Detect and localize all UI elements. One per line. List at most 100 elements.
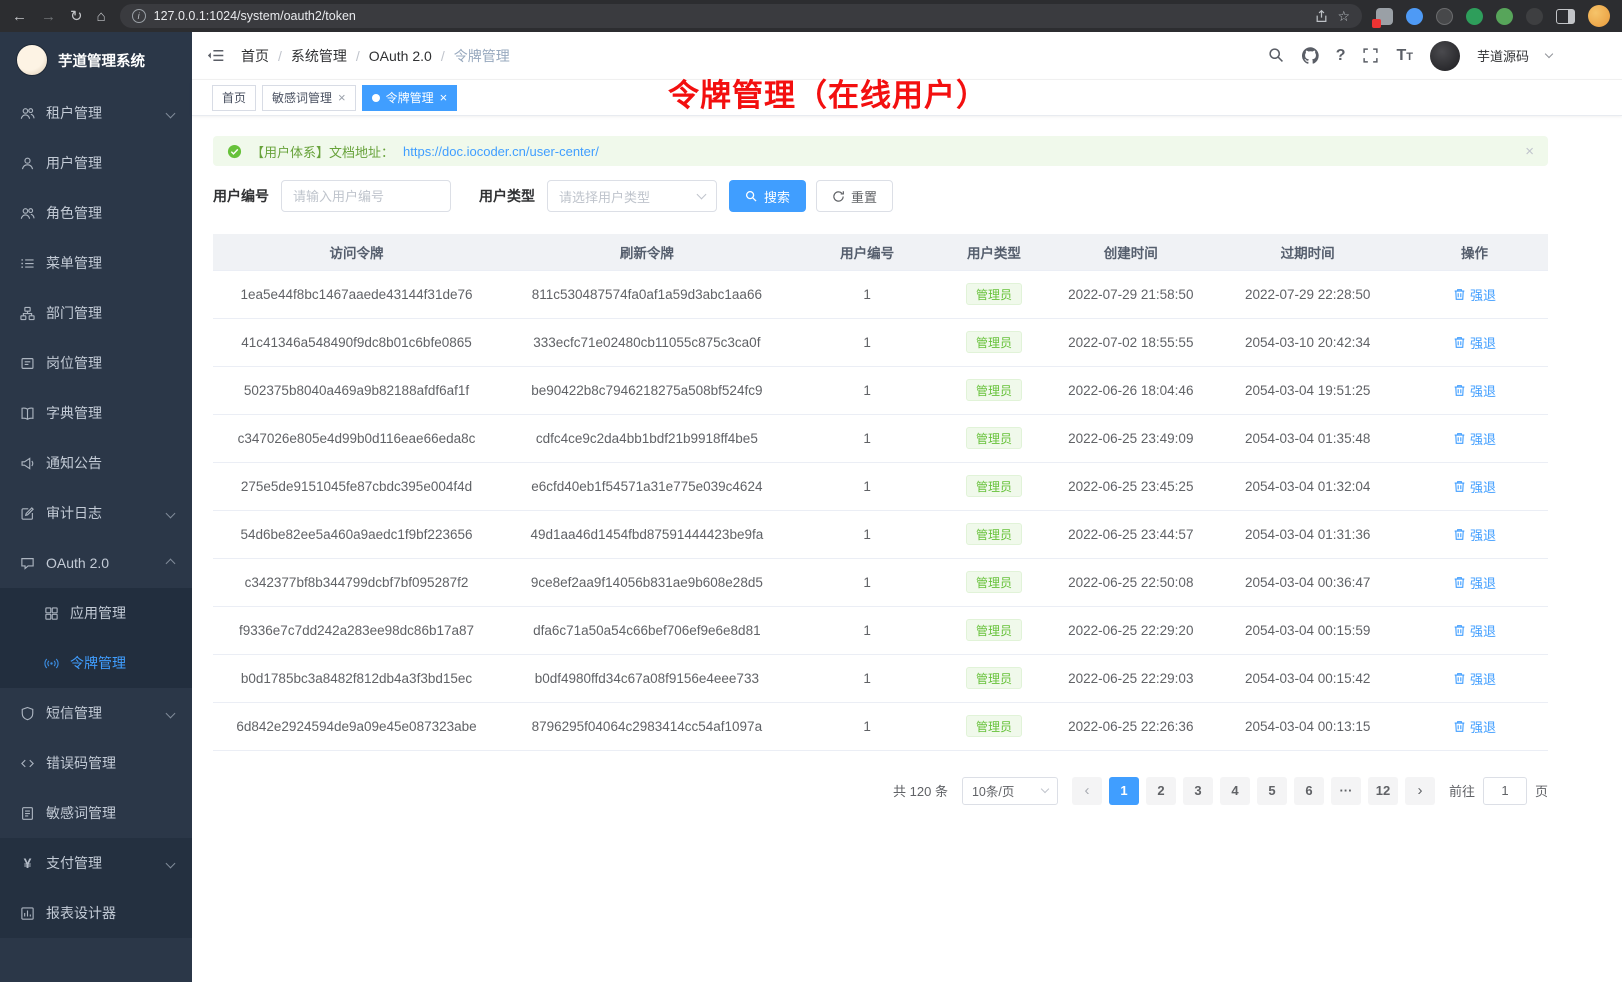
sidebar-item-sms[interactable]: 短信管理 (0, 688, 192, 738)
sidebar-item-pay[interactable]: ¥ 支付管理 (0, 838, 192, 888)
help-icon[interactable]: ? (1336, 47, 1346, 65)
screen: ← → ↻ ⌂ i 127.0.0.1:1024/system/oauth2/t… (0, 0, 1622, 982)
breadcrumb-item[interactable]: 首页 (241, 46, 269, 66)
force-logout-button[interactable]: 强退 (1453, 429, 1496, 448)
bookmark-star-icon[interactable]: ☆ (1337, 8, 1350, 25)
sidebar-item-oauth[interactable]: OAuth 2.0 (0, 538, 192, 588)
col-refresh-token: 刷新令牌 (500, 234, 794, 270)
force-logout-button[interactable]: 强退 (1453, 717, 1496, 736)
force-logout-button[interactable]: 强退 (1453, 525, 1496, 544)
search-icon[interactable] (1268, 47, 1285, 64)
pagination: 共 120 条 10条/页 ‹ 1 2 3 4 5 6 ··· 12 (213, 777, 1548, 805)
more-pages-button[interactable]: ··· (1331, 777, 1361, 805)
reset-button[interactable]: 重置 (816, 180, 893, 212)
col-access-token: 访问令牌 (213, 234, 500, 270)
extension-icon[interactable] (1406, 8, 1423, 25)
page-button[interactable]: 4 (1220, 777, 1250, 805)
page-button[interactable]: 2 (1146, 777, 1176, 805)
page-button[interactable]: 1 (1109, 777, 1139, 805)
trash-icon (1453, 336, 1466, 349)
list-icon (20, 256, 35, 271)
force-logout-button[interactable]: 强退 (1453, 669, 1496, 688)
force-logout-button[interactable]: 强退 (1453, 285, 1496, 304)
tab-token[interactable]: 令牌管理 × (362, 85, 458, 111)
chart-icon (20, 906, 35, 921)
extension-icon[interactable] (1466, 8, 1483, 25)
font-size-icon[interactable]: TT (1396, 47, 1413, 65)
sidebar-item-tenant[interactable]: 租户管理 (0, 88, 192, 138)
close-icon[interactable]: × (338, 91, 346, 104)
extension-icon[interactable] (1526, 8, 1543, 25)
user-avatar[interactable] (1430, 41, 1460, 71)
sidebar-item-sensitive-word[interactable]: 敏感词管理 (0, 788, 192, 838)
app-header: 首页 / 系统管理 / OAuth 2.0 / 令牌管理 ? TT 芋道源码 (192, 32, 1622, 80)
force-logout-button[interactable]: 强退 (1453, 573, 1496, 592)
extensions-puzzle-icon[interactable] (1496, 8, 1513, 25)
back-icon[interactable]: ← (12, 9, 27, 24)
tab-home[interactable]: 首页 (212, 85, 256, 111)
close-icon[interactable]: × (1525, 143, 1534, 160)
extension-icon[interactable] (1436, 8, 1453, 25)
sidebar-item-post[interactable]: 岗位管理 (0, 338, 192, 388)
table-row: 1ea5e44f8bc1467aaede43144f31de76 811c530… (213, 270, 1548, 318)
force-logout-button[interactable]: 强退 (1453, 333, 1496, 352)
reload-icon[interactable]: ↻ (70, 9, 83, 24)
trash-icon (1453, 576, 1466, 589)
trash-icon (1453, 720, 1466, 733)
trash-icon (1453, 624, 1466, 637)
fullscreen-icon[interactable] (1362, 47, 1379, 64)
side-panel-icon[interactable] (1556, 9, 1575, 24)
force-logout-button[interactable]: 强退 (1453, 621, 1496, 640)
address-bar[interactable]: i 127.0.0.1:1024/system/oauth2/token ☆ (120, 4, 1362, 28)
browser-profile-avatar[interactable] (1588, 5, 1610, 27)
page-button[interactable]: 5 (1257, 777, 1287, 805)
table-row: 6d842e2924594de9a09e45e087323abe 8796295… (213, 702, 1548, 750)
col-user-type: 用户类型 (941, 234, 1048, 270)
sidebar-item-menu[interactable]: 菜单管理 (0, 238, 192, 288)
search-button[interactable]: 搜索 (729, 180, 806, 212)
breadcrumb-item[interactable]: 系统管理 (291, 46, 347, 66)
sidebar-item-oauth-token[interactable]: 令牌管理 (0, 638, 192, 688)
github-icon[interactable] (1302, 47, 1319, 64)
chevron-down-icon[interactable] (1545, 50, 1553, 58)
page-button[interactable]: 6 (1294, 777, 1324, 805)
forward-icon[interactable]: → (41, 9, 56, 24)
share-icon[interactable] (1314, 9, 1329, 24)
goto-label: 前往 (1449, 781, 1475, 800)
page-button[interactable]: 12 (1368, 777, 1398, 805)
site-info-icon[interactable]: i (132, 9, 146, 23)
breadcrumb-item[interactable]: OAuth 2.0 (369, 48, 432, 64)
sidebar-item-role[interactable]: 角色管理 (0, 188, 192, 238)
sidebar-item-oauth-app[interactable]: 应用管理 (0, 588, 192, 638)
sidebar-item-user[interactable]: 用户管理 (0, 138, 192, 188)
doc-link[interactable]: https://doc.iocoder.cn/user-center/ (403, 144, 599, 159)
force-logout-button[interactable]: 强退 (1453, 381, 1496, 400)
sidebar-item-notice[interactable]: 通知公告 (0, 438, 192, 488)
user-type-select[interactable]: 请选择用户类型 (547, 180, 717, 212)
active-dot (372, 94, 380, 102)
goto-page-input[interactable] (1483, 777, 1527, 805)
sidebar-item-dict[interactable]: 字典管理 (0, 388, 192, 438)
extension-icon[interactable] (1376, 8, 1393, 25)
sidebar-item-dept[interactable]: 部门管理 (0, 288, 192, 338)
prev-page-button[interactable]: ‹ (1072, 777, 1102, 805)
sidebar-item-report-designer[interactable]: 报表设计器 (0, 888, 192, 938)
page-size-select[interactable]: 10条/页 (962, 777, 1058, 805)
home-icon[interactable]: ⌂ (97, 9, 106, 24)
goto-suffix: 页 (1535, 781, 1548, 800)
user-id-input[interactable] (281, 180, 451, 212)
user-type-badge: 管理员 (966, 331, 1022, 353)
close-icon[interactable]: × (440, 91, 448, 104)
force-logout-button[interactable]: 强退 (1453, 477, 1496, 496)
user-type-badge: 管理员 (966, 523, 1022, 545)
token-table: 访问令牌 刷新令牌 用户编号 用户类型 创建时间 过期时间 操作 1ea5e44… (213, 234, 1548, 751)
next-page-button[interactable]: › (1405, 777, 1435, 805)
sidebar-fold-icon[interactable] (206, 46, 225, 65)
col-actions: 操作 (1401, 234, 1548, 270)
badge-icon (20, 356, 35, 371)
tab-sensitive-word[interactable]: 敏感词管理 × (262, 85, 356, 111)
sidebar-item-audit-log[interactable]: 审计日志 (0, 488, 192, 538)
app-logo-area[interactable]: 芋道管理系统 (0, 32, 192, 88)
sidebar-item-error-code[interactable]: 错误码管理 (0, 738, 192, 788)
page-button[interactable]: 3 (1183, 777, 1213, 805)
